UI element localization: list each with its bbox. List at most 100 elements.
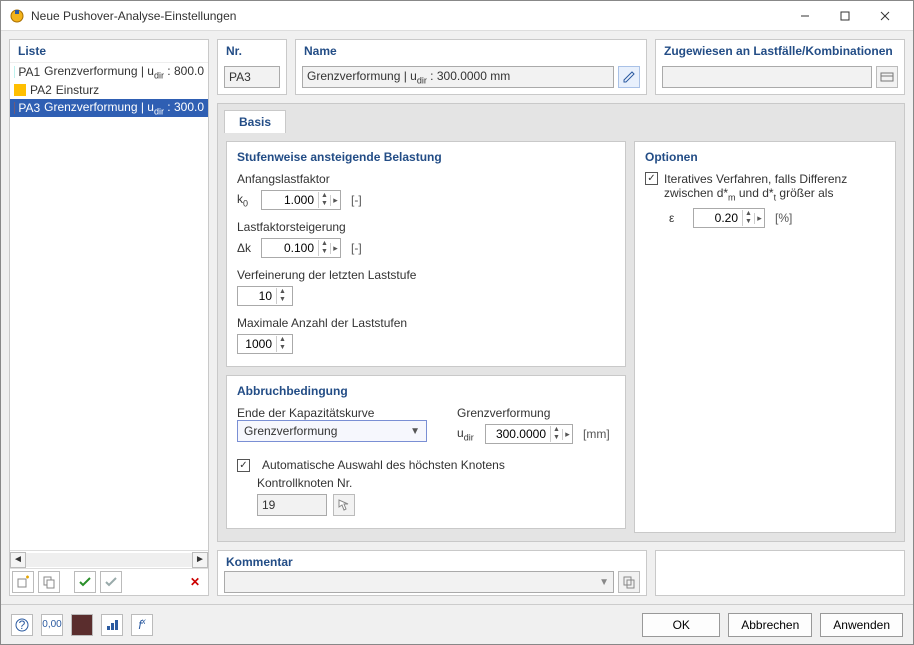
help-button[interactable]: ? xyxy=(11,614,33,636)
group-stop: Abbruchbedingung Ende der Kapazitätskurv… xyxy=(226,375,626,529)
refine-input[interactable]: ▲▼ xyxy=(237,286,293,306)
app-icon xyxy=(9,8,25,24)
close-button[interactable] xyxy=(865,2,905,30)
comment-header: Kommentar xyxy=(218,551,646,569)
copy-item-button[interactable] xyxy=(38,571,60,593)
nr-field: PA3 xyxy=(224,66,280,88)
name-field[interactable]: Grenzverformung | udir : 300.0000 mm xyxy=(302,66,614,88)
svg-text:?: ? xyxy=(19,618,26,632)
gv-label: Grenzverformung xyxy=(457,406,610,420)
refine-value[interactable] xyxy=(238,287,276,305)
k0-unit: [-] xyxy=(351,193,362,207)
minimize-button[interactable] xyxy=(785,2,825,30)
max-value[interactable] xyxy=(238,335,276,353)
dk-symbol: Δk xyxy=(237,241,255,255)
k0-value[interactable] xyxy=(262,191,318,209)
end-label: Ende der Kapazitätskurve xyxy=(237,406,427,420)
spinner-slider-icon[interactable]: ▸ xyxy=(754,213,764,224)
end-select[interactable]: Grenzverformung ▼ xyxy=(237,420,427,442)
chevron-down-icon: ▼ xyxy=(599,577,609,588)
fx-button[interactable]: fx xyxy=(131,614,153,636)
window-title: Neue Pushover-Analyse-Einstellungen xyxy=(31,9,785,23)
eps-unit: [%] xyxy=(775,211,792,225)
group-loading: Stufenweise ansteigende Belastung Anfang… xyxy=(226,141,626,367)
udir-input[interactable]: ▲▼ ▸ xyxy=(485,424,573,444)
comment-extra-button[interactable] xyxy=(618,571,640,593)
name-header: Name xyxy=(296,40,646,62)
assigned-field[interactable] xyxy=(662,66,872,88)
spinner-arrows-icon[interactable]: ▲▼ xyxy=(318,192,330,208)
color-swatch xyxy=(14,84,26,96)
apply-button[interactable]: Anwenden xyxy=(820,613,903,637)
iterative-label: Iteratives Verfahren, falls Differenz zw… xyxy=(664,172,847,202)
iterative-checkbox[interactable]: ✓ xyxy=(645,172,658,185)
dk-label: Lastfaktorsteigerung xyxy=(237,220,615,234)
scroll-left-icon[interactable]: ◄ xyxy=(10,552,26,568)
max-label: Maximale Anzahl der Laststufen xyxy=(237,316,615,330)
liste-item-pa1[interactable]: PA1 Grenzverformung | udir : 800.0 xyxy=(10,63,208,81)
spinner-slider-icon[interactable]: ▸ xyxy=(330,195,340,206)
scroll-track[interactable] xyxy=(26,553,192,567)
scroll-right-icon[interactable]: ► xyxy=(192,552,208,568)
edit-name-button[interactable] xyxy=(618,66,640,88)
ctrl-label: Kontrollknoten Nr. xyxy=(257,476,615,490)
k0-input[interactable]: ▲▼ ▸ xyxy=(261,190,341,210)
udir-unit: [mm] xyxy=(583,427,610,441)
eps-symbol: ε xyxy=(669,211,687,225)
pick-node-button[interactable] xyxy=(333,494,355,516)
nr-header: Nr. xyxy=(218,40,286,62)
comment-combo[interactable]: ▼ xyxy=(224,571,614,593)
delete-button[interactable]: ✕ xyxy=(184,571,206,593)
end-value: Grenzverformung xyxy=(244,424,337,438)
liste-header: Liste xyxy=(10,40,208,62)
liste-item-pa2[interactable]: PA2 Einsturz xyxy=(10,81,208,99)
udir-value[interactable] xyxy=(486,425,550,443)
spinner-arrows-icon[interactable]: ▲▼ xyxy=(318,240,330,256)
liste-item-pa: PA1 xyxy=(18,65,40,79)
liste-body[interactable]: PA1 Grenzverformung | udir : 800.0 PA2 E… xyxy=(10,62,208,550)
liste-item-pa: PA2 xyxy=(30,83,52,97)
liste-item-pa: PA3 xyxy=(18,101,40,115)
chart-button[interactable] xyxy=(101,614,123,636)
options-header: Optionen xyxy=(645,150,885,164)
units-button[interactable]: 0,00 xyxy=(41,614,63,636)
dk-unit: [-] xyxy=(351,241,362,255)
spinner-slider-icon[interactable]: ▸ xyxy=(562,429,572,440)
liste-item-text: Grenzverformung | udir : 800.0 xyxy=(44,64,204,80)
spinner-arrows-icon[interactable]: ▲▼ xyxy=(550,426,562,442)
ctrl-field: 19 xyxy=(257,494,327,516)
group-options: Optionen ✓ Iteratives Verfahren, falls D… xyxy=(634,141,896,533)
k0-label: Anfangslastfaktor xyxy=(237,172,615,186)
spinner-slider-icon[interactable]: ▸ xyxy=(330,243,340,254)
liste-item-text: Grenzverformung | udir : 300.0 xyxy=(44,100,204,116)
liste-item-pa3[interactable]: PA3 Grenzverformung | udir : 300.0 xyxy=(10,99,208,117)
check-grey-button[interactable] xyxy=(100,571,122,593)
eps-input[interactable]: ▲▼ ▸ xyxy=(693,208,765,228)
cancel-button[interactable]: Abbrechen xyxy=(728,613,812,637)
max-input[interactable]: ▲▼ xyxy=(237,334,293,354)
check-green-button[interactable] xyxy=(74,571,96,593)
assigned-header: Zugewiesen an Lastfälle/Kombinationen xyxy=(656,40,904,62)
spinner-arrows-icon[interactable]: ▲▼ xyxy=(742,210,754,226)
assigned-details-button[interactable] xyxy=(876,66,898,88)
udir-symbol: udir xyxy=(457,426,479,442)
loading-header: Stufenweise ansteigende Belastung xyxy=(237,150,615,164)
ok-button[interactable]: OK xyxy=(642,613,720,637)
spinner-arrows-icon[interactable]: ▲▼ xyxy=(276,288,288,304)
dk-value[interactable] xyxy=(262,239,318,257)
liste-hscrollbar[interactable]: ◄ ► xyxy=(10,550,208,568)
chevron-down-icon: ▼ xyxy=(410,426,420,437)
new-item-button[interactable] xyxy=(12,571,34,593)
eps-value[interactable] xyxy=(694,209,742,227)
k0-symbol: k0 xyxy=(237,192,255,208)
dk-input[interactable]: ▲▼ ▸ xyxy=(261,238,341,258)
liste-item-text: Einsturz xyxy=(56,83,99,97)
maximize-button[interactable] xyxy=(825,2,865,30)
stop-header: Abbruchbedingung xyxy=(237,384,615,398)
refine-label: Verfeinerung der letzten Laststufe xyxy=(237,268,615,282)
tab-basis[interactable]: Basis xyxy=(224,110,286,133)
spinner-arrows-icon[interactable]: ▲▼ xyxy=(276,336,288,352)
name-value: Grenzverformung | udir : 300.0000 mm xyxy=(307,69,510,85)
color-button[interactable] xyxy=(71,614,93,636)
auto-checkbox[interactable]: ✓ xyxy=(237,459,250,472)
